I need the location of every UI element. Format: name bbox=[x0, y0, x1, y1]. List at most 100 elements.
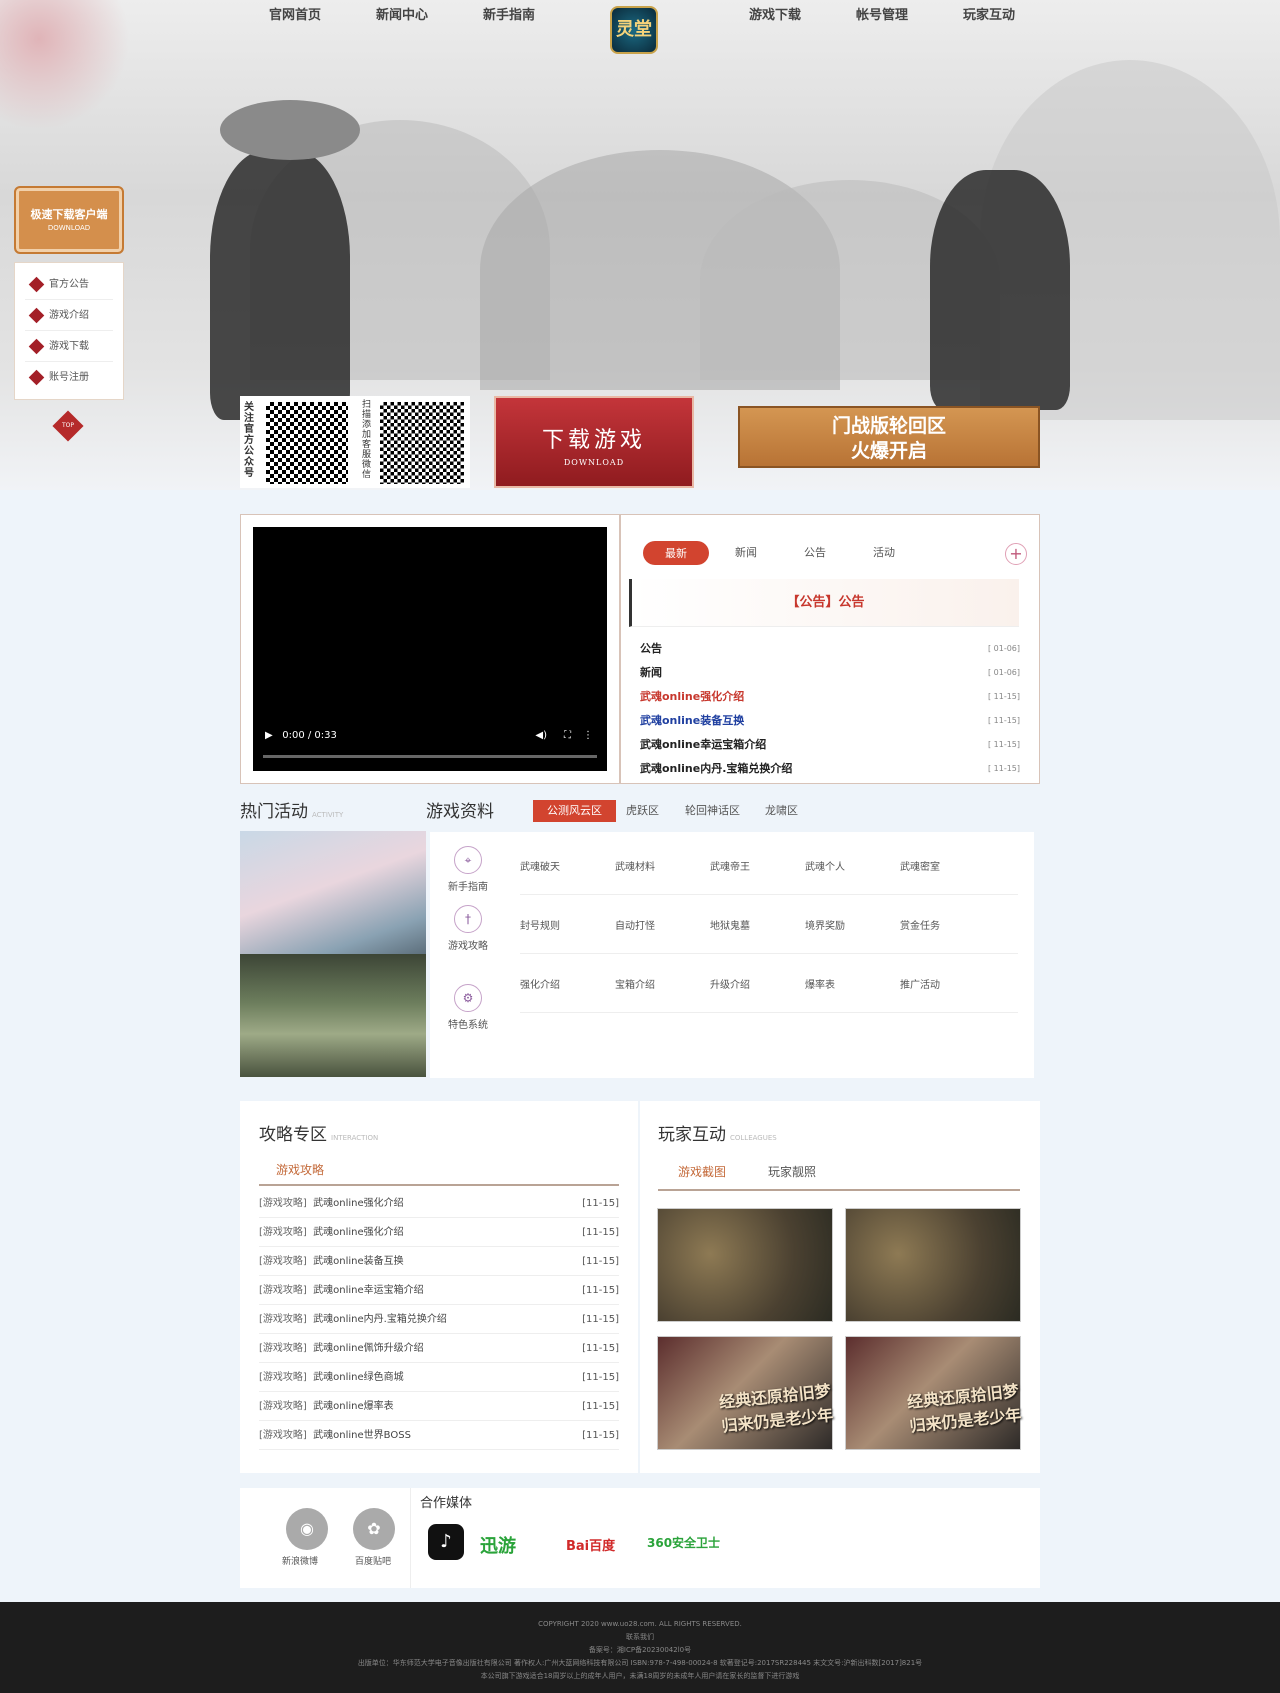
guide-panel: 攻略专区 INTERACTION 游戏攻略 [游戏攻略] 武魂online强化介绍… bbox=[240, 1101, 638, 1473]
tab-guide[interactable]: 游戏攻略 bbox=[259, 1161, 619, 1186]
game-info-link[interactable]: 武魂材料 bbox=[615, 858, 655, 873]
video-controls: ▶ 0:00 / 0:33 bbox=[265, 730, 337, 741]
nav-interaction[interactable]: 玩家互动 bbox=[963, 4, 1015, 23]
nav-account[interactable]: 帐号管理 bbox=[856, 4, 908, 23]
video-progress-bar[interactable] bbox=[263, 755, 597, 758]
tab-screenshots[interactable]: 游戏截图 bbox=[678, 1163, 726, 1180]
game-info-link[interactable]: 武魂帝王 bbox=[710, 858, 750, 873]
guide-item[interactable]: [游戏攻略] 武魂online爆率表 [11-15] bbox=[259, 1392, 619, 1421]
guide-item[interactable]: [游戏攻略] 武魂online强化介绍 [11-15] bbox=[259, 1189, 619, 1218]
weibo-label[interactable]: 新浪微博 bbox=[282, 1554, 318, 1567]
baidu-logo[interactable]: Bai百度 bbox=[566, 1535, 615, 1554]
news-item[interactable]: 新闻[ 01-06] bbox=[640, 661, 1030, 685]
game-info-link[interactable]: 武魂密室 bbox=[900, 858, 940, 873]
tab-zone-1[interactable]: 公测风云区 bbox=[533, 800, 616, 822]
360-logo[interactable]: 360安全卫士 bbox=[647, 1534, 720, 1551]
tab-zone-4[interactable]: 龙啸区 bbox=[765, 800, 798, 822]
media-panel: ◉ 新浪微博 ✿ 百度贴吧 合作媒体 ♪ 迅游 Bai百度 360安全卫士 bbox=[240, 1488, 1040, 1588]
more-icon[interactable]: ⋮ bbox=[583, 730, 593, 741]
screenshot-1[interactable] bbox=[657, 1208, 833, 1322]
category-strategy[interactable]: † 游戏攻略 bbox=[440, 905, 496, 952]
screenshot-4[interactable]: 经典还原拾旧梦 归来仍是老少年 bbox=[845, 1336, 1022, 1450]
nav-guide[interactable]: 新手指南 bbox=[483, 4, 535, 23]
players-panel: 玩家互动 COLLEAGUES 游戏截图 玩家靓照 经典还原拾旧梦 归来仍是老少年… bbox=[640, 1101, 1040, 1473]
back-to-top-button[interactable]: TOP bbox=[52, 410, 84, 442]
news-item[interactable]: 武魂online幸运宝箱介绍[ 11-15] bbox=[640, 733, 1030, 757]
game-info-link[interactable]: 升级介绍 bbox=[710, 976, 750, 991]
diamond-icon bbox=[28, 369, 45, 386]
screenshot-2[interactable] bbox=[845, 1208, 1021, 1322]
floating-sidebar: 极速下载客户端 DOWNLOAD 官方公告 游戏介绍 游戏下载 账号注册 bbox=[14, 186, 124, 400]
xunyou-logo[interactable]: 迅游 bbox=[480, 1532, 516, 1558]
news-headline[interactable]: 【公告】公告 bbox=[629, 579, 1019, 627]
tieba-icon[interactable]: ✿ bbox=[353, 1508, 395, 1550]
news-item[interactable]: 公告[ 01-06] bbox=[640, 637, 1030, 661]
tab-player-photos[interactable]: 玩家靓照 bbox=[768, 1163, 816, 1180]
tab-latest[interactable]: 最新 bbox=[643, 541, 709, 565]
news-item[interactable]: 武魂online内丹.宝箱兑换介绍[ 11-15] bbox=[640, 757, 1030, 781]
sidebar-item-download[interactable]: 游戏下载 bbox=[25, 331, 113, 362]
footer-line[interactable]: 联系我们 bbox=[0, 1631, 1280, 1644]
swordsman-figure bbox=[210, 150, 350, 420]
footer-line: 备案号：湘ICP备20230042l0号 bbox=[588, 1646, 692, 1654]
game-info-link[interactable]: 爆率表 bbox=[805, 976, 835, 991]
activity-image-1[interactable] bbox=[240, 831, 426, 954]
play-icon[interactable]: ▶ bbox=[265, 730, 273, 741]
news-list: 公告[ 01-06] 新闻[ 01-06] 武魂online强化介绍[ 11-15]… bbox=[640, 637, 1030, 781]
guide-item[interactable]: [游戏攻略] 武魂online绿色商城 [11-15] bbox=[259, 1363, 619, 1392]
gear-icon: ⚙ bbox=[454, 984, 482, 1012]
warrior-figure bbox=[930, 170, 1070, 410]
fast-download-button[interactable]: 极速下载客户端 DOWNLOAD bbox=[14, 186, 124, 254]
tab-zone-2[interactable]: 虎跃区 bbox=[626, 800, 659, 822]
guide-item[interactable]: [游戏攻略] 武魂online装备互换 [11-15] bbox=[259, 1247, 619, 1276]
tab-activity[interactable]: 活动 bbox=[873, 544, 895, 560]
game-info-link[interactable]: 赏金任务 bbox=[900, 917, 940, 932]
nav-home[interactable]: 官网首页 bbox=[269, 4, 321, 23]
news-item[interactable]: 武魂online强化介绍[ 11-15] bbox=[640, 685, 1030, 709]
activity-image-2[interactable] bbox=[240, 954, 426, 1077]
category-feature[interactable]: ⚙ 特色系统 bbox=[440, 984, 496, 1031]
game-info-link[interactable]: 境界奖励 bbox=[805, 917, 845, 932]
download-game-button[interactable]: 下载游戏 DOWNLOAD bbox=[494, 396, 694, 488]
guide-item[interactable]: [游戏攻略] 武魂online内丹.宝箱兑换介绍 [11-15] bbox=[259, 1305, 619, 1334]
game-info-row: 封号规则 自动打怪 地狱鬼墓 境界奖励 赏金任务 bbox=[520, 895, 1018, 954]
players-title: 玩家互动 COLLEAGUES bbox=[658, 1125, 777, 1145]
news-panel: 最新 新闻 公告 活动 + 【公告】公告 公告[ 01-06] 新闻[ 01-06… bbox=[620, 514, 1040, 784]
tab-news[interactable]: 新闻 bbox=[735, 544, 757, 560]
sidebar-item-intro[interactable]: 游戏介绍 bbox=[25, 300, 113, 331]
tab-zone-3[interactable]: 轮回神话区 bbox=[685, 800, 740, 822]
game-info-link[interactable]: 武魂破天 bbox=[520, 858, 560, 873]
tab-announcement[interactable]: 公告 bbox=[804, 544, 826, 560]
nav-news[interactable]: 新闻中心 bbox=[376, 4, 428, 23]
media-title: 合作媒体 bbox=[420, 1496, 473, 1511]
game-info-link[interactable]: 封号规则 bbox=[520, 917, 560, 932]
guide-item[interactable]: [游戏攻略] 武魂online佩饰升级介绍 [11-15] bbox=[259, 1334, 619, 1363]
game-info-link[interactable]: 地狱鬼墓 bbox=[710, 917, 750, 932]
game-info-link[interactable]: 自动打怪 bbox=[615, 917, 655, 932]
game-logo[interactable]: 灵堂 bbox=[610, 6, 658, 54]
volume-icon[interactable]: ◀) bbox=[535, 730, 547, 741]
footer: COPYRIGHT 2020 www.uo28.com. ALL RIGHTS … bbox=[0, 1602, 1280, 1693]
video-player[interactable]: ▶ 0:00 / 0:33 ◀) ⛶ ⋮ bbox=[253, 527, 607, 771]
game-info-link[interactable]: 强化介绍 bbox=[520, 976, 560, 991]
guide-item[interactable]: [游戏攻略] 武魂online强化介绍 [11-15] bbox=[259, 1218, 619, 1247]
game-info-panel: ⌖ 新手指南 † 游戏攻略 ⚙ 特色系统 武魂破天 武魂材料 武魂帝王 武魂个人 武魂密室封号… bbox=[430, 832, 1034, 1078]
category-newbie[interactable]: ⌖ 新手指南 bbox=[440, 846, 496, 893]
fullscreen-icon[interactable]: ⛶ bbox=[564, 730, 571, 741]
more-plus-icon[interactable]: + bbox=[1005, 543, 1027, 565]
news-item[interactable]: 武魂online装备互换[ 11-15] bbox=[640, 709, 1030, 733]
server-banner[interactable]: 门战版轮回区 火爆开启 bbox=[738, 406, 1040, 468]
game-info-link[interactable]: 推广活动 bbox=[900, 976, 940, 991]
sidebar-item-announcement[interactable]: 官方公告 bbox=[25, 269, 113, 300]
guide-item[interactable]: [游戏攻略] 武魂online幸运宝箱介绍 [11-15] bbox=[259, 1276, 619, 1305]
sword-icon: † bbox=[454, 905, 482, 933]
guide-item[interactable]: [游戏攻略] 武魂online世界BOSS [11-15] bbox=[259, 1421, 619, 1450]
nav-download[interactable]: 游戏下载 bbox=[749, 4, 801, 23]
game-info-link[interactable]: 宝箱介绍 bbox=[615, 976, 655, 991]
tieba-label[interactable]: 百度贴吧 bbox=[355, 1554, 391, 1567]
sidebar-item-register[interactable]: 账号注册 bbox=[25, 362, 113, 393]
tiktok-icon[interactable]: ♪ bbox=[428, 1524, 464, 1560]
game-info-link[interactable]: 武魂个人 bbox=[805, 858, 845, 873]
screenshot-3[interactable]: 经典还原拾旧梦 归来仍是老少年 bbox=[657, 1336, 834, 1450]
weibo-icon[interactable]: ◉ bbox=[286, 1508, 328, 1550]
